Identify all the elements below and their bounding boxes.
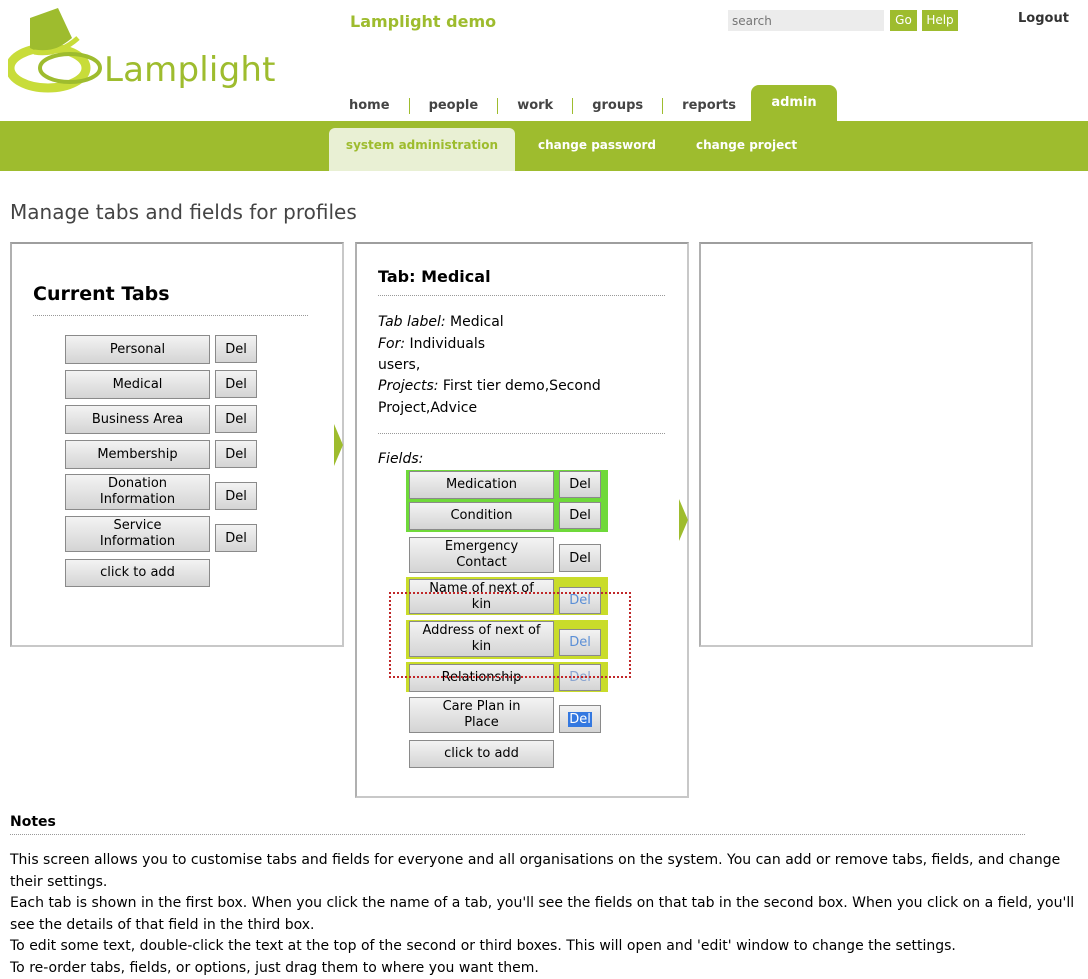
for-key: For:	[378, 336, 405, 352]
for-row: For: Individuals	[378, 334, 485, 355]
projects-value-cont: Project,Advice	[378, 398, 477, 419]
divider	[10, 834, 1025, 835]
nav-people[interactable]: people	[409, 98, 498, 114]
drag-selection-box	[389, 592, 631, 678]
tab-button-donation-information[interactable]: Donation Information	[65, 474, 210, 510]
notes-line: To edit some text, double-click the text…	[10, 936, 1082, 958]
go-button[interactable]: Go	[890, 10, 917, 31]
fields-label: Fields:	[378, 451, 423, 467]
add-tab-button[interactable]: click to add	[65, 559, 210, 587]
projects-value: First tier demo,Second	[443, 378, 601, 394]
notes-line: To re-order tabs, fields, or options, ju…	[10, 958, 1082, 979]
tab-button-business-area[interactable]: Business Area	[65, 405, 210, 434]
add-field-button[interactable]: click to add	[409, 740, 554, 768]
projects-row: Projects: First tier demo,Second	[378, 376, 601, 397]
tab-button-service-information[interactable]: Service Information	[65, 516, 210, 552]
arrow-right-icon	[679, 499, 688, 541]
field-detail-panel	[699, 242, 1033, 647]
notes-line: Each tab is shown in the first box. When…	[10, 893, 1082, 936]
lamp-logo-icon	[8, 8, 118, 98]
divider	[378, 295, 665, 296]
tab-button-personal[interactable]: Personal	[65, 335, 210, 364]
tab-button-membership[interactable]: Membership	[65, 440, 210, 469]
delete-tab-button[interactable]: Del	[215, 335, 257, 363]
delete-field-button[interactable]: Del	[559, 502, 601, 529]
current-tabs-heading: Current Tabs	[33, 283, 170, 305]
delete-tab-button[interactable]: Del	[215, 524, 257, 552]
field-button-care-plan-in-place[interactable]: Care Plan in Place	[409, 697, 554, 733]
nav-home[interactable]: home	[338, 98, 409, 114]
delete-field-button[interactable]: Del	[559, 544, 601, 572]
selected-text: Del	[568, 712, 592, 727]
delete-field-button[interactable]: Del	[559, 471, 601, 498]
logout-link[interactable]: Logout	[1018, 11, 1069, 26]
project-title: Lamplight demo	[350, 12, 496, 31]
nav-reports[interactable]: reports	[662, 98, 755, 114]
search-input[interactable]	[728, 10, 884, 31]
delete-tab-button[interactable]: Del	[215, 482, 257, 510]
main-nav: home people work groups reports	[338, 95, 755, 117]
logo-text: Lamplight	[104, 50, 276, 90]
subtab-change-project[interactable]: change project	[696, 128, 797, 163]
tab-label-key: Tab label:	[378, 314, 446, 330]
notes-line: This screen allows you to customise tabs…	[10, 850, 1082, 893]
field-button-emergency-contact[interactable]: Emergency Contact	[409, 537, 554, 573]
delete-tab-button[interactable]: Del	[215, 405, 257, 433]
notes-heading: Notes	[10, 814, 56, 830]
subtab-system-administration[interactable]: system administration	[329, 128, 515, 171]
divider	[33, 315, 308, 316]
delete-field-button[interactable]: Del	[559, 705, 601, 733]
divider	[378, 433, 665, 434]
for-value: Individuals	[410, 336, 485, 352]
tab-button-medical[interactable]: Medical	[65, 370, 210, 399]
nav-work[interactable]: work	[497, 98, 572, 114]
delete-tab-button[interactable]: Del	[215, 440, 257, 468]
tab-label-value: Medical	[450, 314, 504, 330]
nav-groups[interactable]: groups	[572, 98, 662, 114]
arrow-right-icon	[334, 424, 343, 466]
for-value-cont: users,	[378, 355, 420, 376]
projects-key: Projects:	[378, 378, 438, 394]
field-button-medication[interactable]: Medication	[409, 471, 554, 499]
subtab-change-password[interactable]: change password	[538, 128, 656, 163]
nav-admin[interactable]: admin	[751, 85, 837, 121]
tab-detail-heading[interactable]: Tab: Medical	[378, 267, 491, 286]
field-button-condition[interactable]: Condition	[409, 502, 554, 530]
notes-body: This screen allows you to customise tabs…	[10, 850, 1082, 979]
tab-label-row: Tab label: Medical	[378, 312, 504, 333]
delete-tab-button[interactable]: Del	[215, 370, 257, 398]
help-button[interactable]: Help	[922, 10, 958, 31]
page-title: Manage tabs and fields for profiles	[10, 200, 357, 224]
